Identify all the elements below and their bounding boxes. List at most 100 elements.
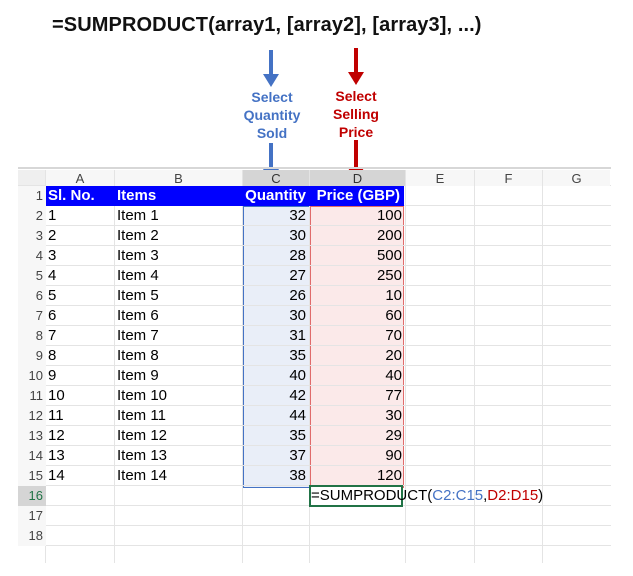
row-header-17[interactable]: 17 [18, 506, 46, 526]
formula-prefix: =SUMPRODUCT( [311, 487, 433, 504]
data-cell-a[interactable]: 11 [46, 406, 115, 426]
quantity-note-line: Quantity [243, 107, 301, 123]
data-cell-a[interactable]: 5 [46, 286, 115, 306]
data-cell-b[interactable]: Item 6 [115, 306, 243, 326]
row-header-9[interactable]: 9 [18, 346, 46, 366]
formula-suffix: ) [538, 487, 544, 504]
quantity-note-line: Select [251, 89, 293, 105]
data-cell-d[interactable]: 100 [310, 206, 406, 226]
row-header-6[interactable]: 6 [18, 286, 46, 306]
data-cell-d[interactable]: 120 [310, 466, 406, 486]
formula-syntax-title: =SUMPRODUCT(array1, [array2], [array3], … [52, 14, 482, 36]
column-header-d[interactable]: D [310, 170, 405, 186]
row-header-11[interactable]: 11 [18, 386, 46, 406]
data-cell-c[interactable]: 37 [243, 446, 310, 466]
data-cell-b[interactable]: Item 9 [115, 366, 243, 386]
row-header-4[interactable]: 4 [18, 246, 46, 266]
data-cell-b[interactable]: Item 2 [115, 226, 243, 246]
price-note: Select Selling Price [320, 87, 392, 141]
data-cell-d[interactable]: 29 [310, 426, 406, 446]
data-cell-c[interactable]: 35 [243, 426, 310, 446]
column-header-f[interactable]: F [475, 170, 542, 186]
sumproduct-formula-cell[interactable]: =SUMPRODUCT(C2:C15,D2:D15) [311, 486, 543, 506]
data-cell-c[interactable]: 40 [243, 366, 310, 386]
data-cell-a[interactable]: 1 [46, 206, 115, 226]
row-header-16[interactable]: 16 [18, 486, 46, 506]
data-cell-a[interactable]: 9 [46, 366, 115, 386]
row-gridline [18, 525, 611, 526]
data-cell-d[interactable]: 60 [310, 306, 406, 326]
data-cell-a[interactable]: 13 [46, 446, 115, 466]
column-header-g[interactable]: G [543, 170, 610, 186]
row-header-1[interactable]: 1 [18, 186, 46, 206]
data-cell-b[interactable]: Item 1 [115, 206, 243, 226]
column-header-e[interactable]: E [406, 170, 474, 186]
row-header-18[interactable]: 18 [18, 526, 46, 546]
price-arrow-top-icon [348, 48, 364, 85]
data-cell-b[interactable]: Item 14 [115, 466, 243, 486]
data-cell-a[interactable]: 7 [46, 326, 115, 346]
data-cell-c[interactable]: 32 [243, 206, 310, 226]
data-cell-d[interactable]: 77 [310, 386, 406, 406]
data-cell-b[interactable]: Item 11 [115, 406, 243, 426]
header-cell-d[interactable]: Price (GBP) [310, 186, 404, 206]
data-cell-c[interactable]: 26 [243, 286, 310, 306]
spreadsheet-grid[interactable]: A B C D E F G Sl. No. Items Quantity Price (GBP) 1 2… [18, 167, 611, 563]
formula-ref-quantity: C2:C15 [432, 487, 484, 504]
data-cell-a[interactable]: 8 [46, 346, 115, 366]
data-cell-d[interactable]: 70 [310, 326, 406, 346]
data-cell-d[interactable]: 10 [310, 286, 406, 306]
data-cell-b[interactable]: Item 12 [115, 426, 243, 446]
row-header-2[interactable]: 2 [18, 206, 46, 226]
data-cell-d[interactable]: 200 [310, 226, 406, 246]
data-cell-c[interactable]: 30 [243, 226, 310, 246]
data-cell-b[interactable]: Item 7 [115, 326, 243, 346]
data-cell-c[interactable]: 31 [243, 326, 310, 346]
data-cell-a[interactable]: 10 [46, 386, 115, 406]
data-cell-a[interactable]: 2 [46, 226, 115, 246]
data-cell-d[interactable]: 20 [310, 346, 406, 366]
header-cell-b[interactable]: Items [115, 186, 243, 206]
data-cell-c[interactable]: 27 [243, 266, 310, 286]
data-cell-d[interactable]: 500 [310, 246, 406, 266]
data-cell-b[interactable]: Item 10 [115, 386, 243, 406]
row-gridline [18, 545, 611, 546]
data-cell-d[interactable]: 250 [310, 266, 406, 286]
row-header-7[interactable]: 7 [18, 306, 46, 326]
data-cell-c[interactable]: 44 [243, 406, 310, 426]
data-cell-c[interactable]: 28 [243, 246, 310, 266]
row-header-10[interactable]: 10 [18, 366, 46, 386]
data-cell-d[interactable]: 40 [310, 366, 406, 386]
data-cell-b[interactable]: Item 13 [115, 446, 243, 466]
data-cell-c[interactable]: 30 [243, 306, 310, 326]
data-cell-c[interactable]: 35 [243, 346, 310, 366]
column-header-c[interactable]: C [243, 170, 309, 186]
data-cell-b[interactable]: Item 8 [115, 346, 243, 366]
data-cell-b[interactable]: Item 4 [115, 266, 243, 286]
formula-ref-price: D2:D15 [487, 487, 539, 504]
price-note-line: Selling [333, 106, 379, 122]
data-cell-a[interactable]: 14 [46, 466, 115, 486]
data-cell-a[interactable]: 3 [46, 246, 115, 266]
header-cell-c[interactable]: Quantity [243, 186, 310, 206]
column-header-b[interactable]: B [115, 170, 242, 186]
data-cell-c[interactable]: 38 [243, 466, 310, 486]
select-all-corner[interactable] [18, 170, 46, 186]
data-cell-a[interactable]: 12 [46, 426, 115, 446]
data-cell-b[interactable]: Item 5 [115, 286, 243, 306]
column-header-a[interactable]: A [46, 170, 114, 186]
row-header-12[interactable]: 12 [18, 406, 46, 426]
row-header-14[interactable]: 14 [18, 446, 46, 466]
data-cell-d[interactable]: 30 [310, 406, 406, 426]
data-cell-a[interactable]: 4 [46, 266, 115, 286]
header-cell-a[interactable]: Sl. No. [46, 186, 115, 206]
row-header-5[interactable]: 5 [18, 266, 46, 286]
data-cell-a[interactable]: 6 [46, 306, 115, 326]
row-header-13[interactable]: 13 [18, 426, 46, 446]
row-header-3[interactable]: 3 [18, 226, 46, 246]
data-cell-d[interactable]: 90 [310, 446, 406, 466]
row-header-8[interactable]: 8 [18, 326, 46, 346]
data-cell-c[interactable]: 42 [243, 386, 310, 406]
row-header-15[interactable]: 15 [18, 466, 46, 486]
data-cell-b[interactable]: Item 3 [115, 246, 243, 266]
